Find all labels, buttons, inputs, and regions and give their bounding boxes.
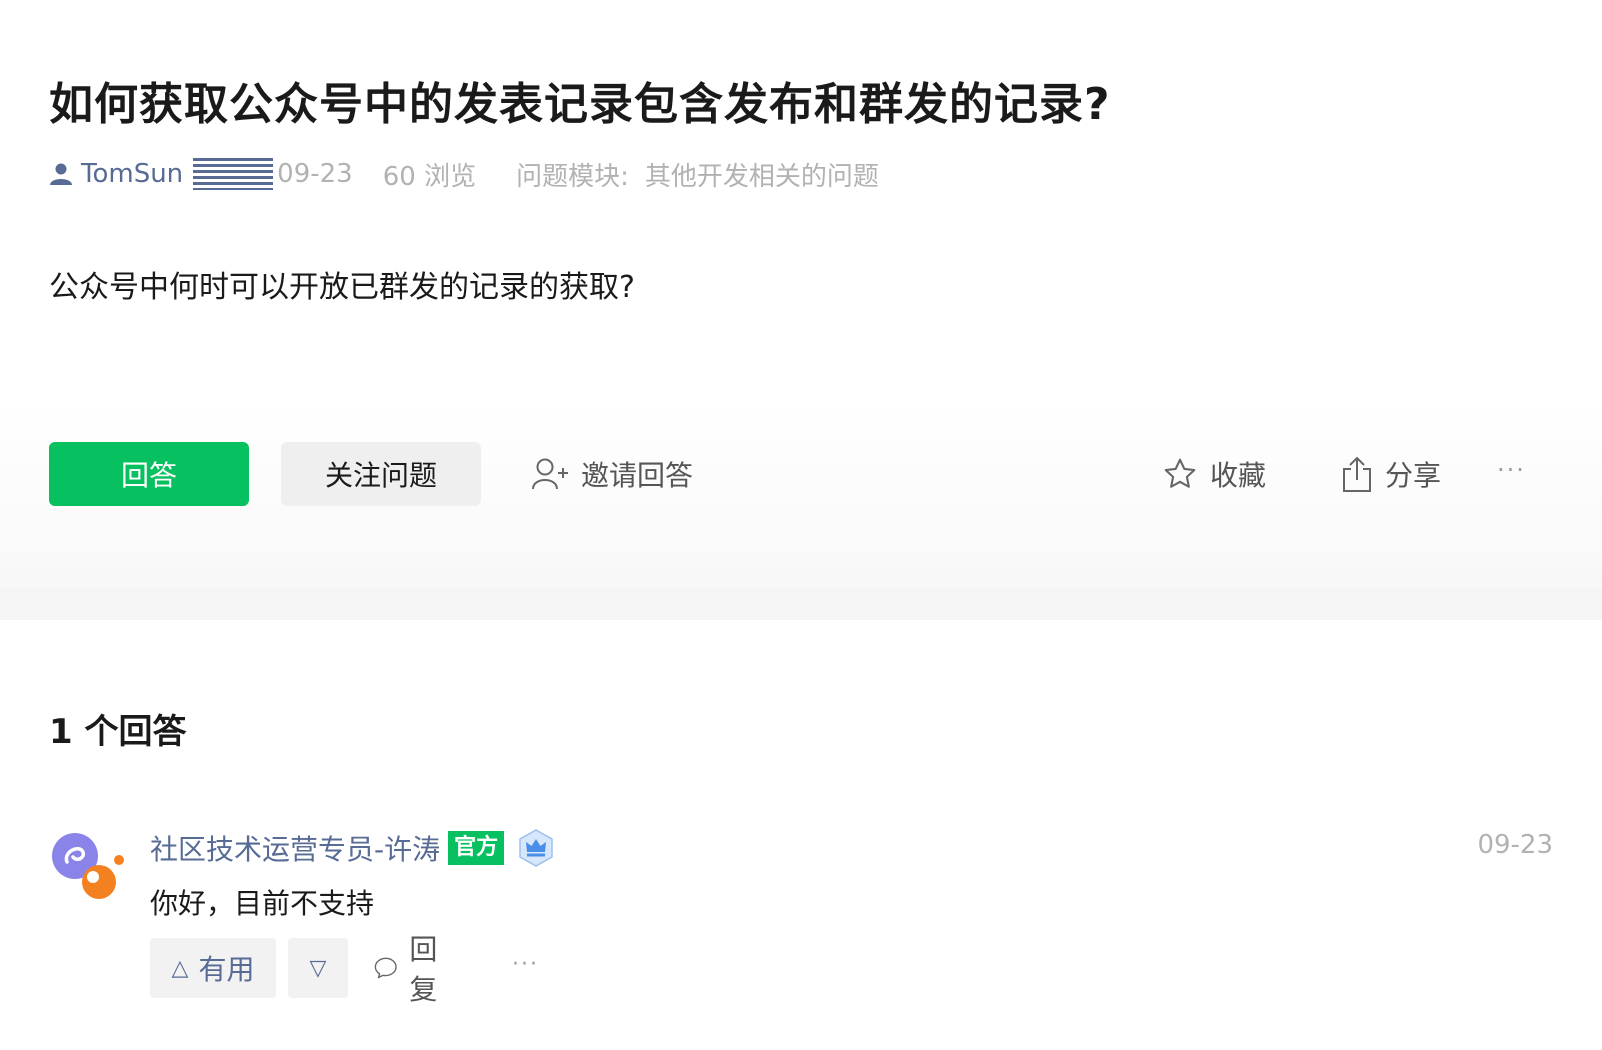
invite-answer-button[interactable]: 邀请回答 bbox=[531, 442, 693, 506]
useful-button[interactable]: △ 有用 bbox=[150, 938, 276, 998]
downvote-button[interactable]: ▽ bbox=[288, 938, 348, 998]
question-section: 如何获取公众号中的发表记录包含发布和群发的记录? TomSun 09-23 60… bbox=[0, 0, 1602, 588]
share-button[interactable]: 分享 bbox=[1341, 442, 1441, 506]
module-value[interactable]: 其他开发相关的问题 bbox=[645, 156, 879, 193]
question-actions: 回答 关注问题 邀请回答 收藏 分享 ··· bbox=[49, 442, 1553, 506]
star-icon bbox=[1164, 458, 1196, 488]
question-body: 公众号中何时可以开放已群发的记录的获取? bbox=[49, 270, 635, 305]
reply-button[interactable]: 回复 bbox=[374, 933, 448, 1006]
section-divider bbox=[0, 588, 1602, 620]
official-badge: 官方 bbox=[448, 831, 505, 865]
module-label: 问题模块: bbox=[516, 161, 629, 192]
invite-answer-label: 邀请回答 bbox=[581, 459, 694, 492]
view-count: 60 浏览 bbox=[382, 161, 477, 192]
avatar[interactable] bbox=[49, 830, 129, 910]
reply-label: 回复 bbox=[409, 933, 438, 1006]
follow-question-button[interactable]: 关注问题 bbox=[281, 442, 481, 506]
author-link[interactable]: TomSun bbox=[49, 159, 183, 189]
answer-content: 你好，目前不支持 bbox=[150, 887, 375, 920]
question-meta: TomSun 09-23 60 浏览 问题模块: 其他开发相关的问题 bbox=[49, 156, 879, 192]
downvote-icon: ▽ bbox=[309, 955, 327, 981]
crown-badge-icon bbox=[519, 829, 553, 867]
upvote-icon: △ bbox=[171, 955, 189, 981]
useful-label: 有用 bbox=[198, 953, 255, 986]
answer-item: 社区技术运营专员-许涛 官方 09-23 你好，目前不支持 △ 有用 ▽ 回复 … bbox=[49, 820, 1553, 1020]
collect-label: 收藏 bbox=[1210, 459, 1267, 492]
share-icon bbox=[1343, 456, 1371, 492]
share-label: 分享 bbox=[1385, 459, 1442, 492]
question-date: 09-23 bbox=[277, 159, 353, 189]
answers-count-heading: 1 个回答 bbox=[49, 712, 187, 752]
answerer-name[interactable]: 社区技术运营专员-许涛 bbox=[150, 828, 440, 868]
answer-button[interactable]: 回答 bbox=[49, 442, 249, 506]
level-badge bbox=[193, 158, 274, 190]
author-name: TomSun bbox=[81, 159, 184, 189]
user-icon bbox=[50, 163, 72, 185]
collect-button[interactable]: 收藏 bbox=[1162, 442, 1266, 506]
answer-date: 09-23 bbox=[1477, 830, 1553, 860]
more-options-button[interactable]: ··· bbox=[1497, 456, 1526, 484]
comment-icon bbox=[374, 957, 397, 979]
invite-user-icon bbox=[532, 458, 568, 490]
answer-more-button[interactable]: ··· bbox=[512, 952, 539, 977]
question-title: 如何获取公众号中的发表记录包含发布和群发的记录? bbox=[49, 79, 1111, 130]
answerer-info: 社区技术运营专员-许涛 官方 bbox=[150, 828, 554, 868]
